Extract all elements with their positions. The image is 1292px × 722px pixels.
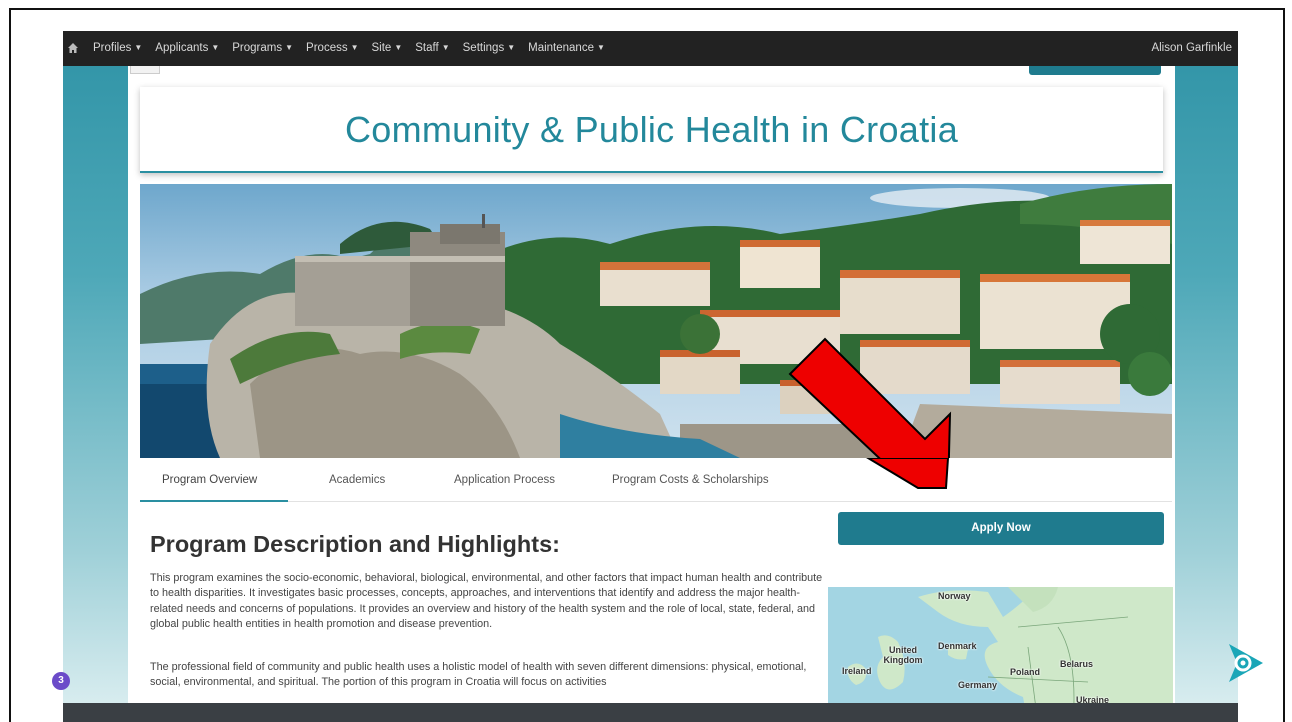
- tab-program-overview[interactable]: Program Overview: [162, 474, 257, 486]
- nav-menu-label: Process: [306, 42, 348, 54]
- chevron-down-icon: ▼: [285, 43, 294, 52]
- europe-map[interactable]: Norway Denmark United Kingdom Ireland Be…: [828, 587, 1173, 722]
- nav-menu-site[interactable]: Site ▼: [372, 42, 403, 54]
- chevron-down-icon: ▼: [134, 43, 143, 52]
- page-title: Community & Public Health in Croatia: [344, 109, 959, 150]
- map-label-ireland: Ireland: [842, 666, 872, 676]
- chevron-down-icon: ▼: [211, 43, 220, 52]
- nav-menu-process[interactable]: Process ▼: [306, 42, 358, 54]
- program-tabs: Program Overview Academics Application P…: [140, 458, 1172, 502]
- top-action-button[interactable]: [1029, 66, 1161, 75]
- title-card: Community & Public Health in Croatia: [140, 87, 1163, 173]
- nav-menu-maintenance[interactable]: Maintenance ▼: [528, 42, 605, 54]
- nav-menu-label: Staff: [415, 42, 439, 54]
- description-heading: Program Description and Highlights:: [150, 531, 560, 557]
- user-menu[interactable]: Alison Garfinkle: [1151, 42, 1232, 54]
- notification-badge[interactable]: 3: [52, 672, 70, 690]
- tab-application-process[interactable]: Application Process: [454, 474, 555, 486]
- description-paragraph: This program examines the socio-economic…: [150, 572, 823, 631]
- top-navbar: Profiles ▼ Applicants ▼ Programs ▼ Process ▼…: [63, 31, 1238, 66]
- nav-menu-profiles[interactable]: Profiles ▼: [93, 42, 142, 54]
- brand-logo-icon: [1229, 644, 1263, 682]
- map-graphic: [828, 587, 1173, 722]
- nav-menu-label: Applicants: [155, 42, 209, 54]
- nav-menu-staff[interactable]: Staff ▼: [415, 42, 449, 54]
- red-arrow-tail: [866, 458, 950, 489]
- chevron-down-icon: ▼: [596, 43, 605, 52]
- chevron-down-icon: ▼: [507, 43, 516, 52]
- nav-menu-programs[interactable]: Programs ▼: [232, 42, 293, 54]
- apply-now-button[interactable]: Apply Now: [838, 512, 1164, 545]
- home-icon[interactable]: [67, 42, 79, 54]
- tab-academics[interactable]: Academics: [329, 474, 385, 486]
- screenshot-area: Profiles ▼ Applicants ▼ Programs ▼ Process ▼…: [63, 31, 1238, 722]
- map-label-united-kingdom: United Kingdom: [883, 645, 923, 665]
- back-button[interactable]: [130, 66, 160, 74]
- taskbar: [63, 703, 1238, 722]
- nav-menu-applicants[interactable]: Applicants ▼: [155, 42, 219, 54]
- hero-image: [140, 184, 1172, 458]
- dubrovnik-photo: [140, 184, 1172, 458]
- nav-menu-label: Programs: [232, 42, 283, 54]
- description-paragraph: The professional field of community and …: [150, 661, 807, 689]
- chevron-down-icon: ▼: [441, 43, 450, 52]
- nav-menu-settings[interactable]: Settings ▼: [463, 42, 515, 54]
- map-label-poland: Poland: [1010, 667, 1041, 677]
- chevron-down-icon: ▼: [394, 43, 403, 52]
- chevron-down-icon: ▼: [350, 43, 359, 52]
- map-label-germany: Germany: [958, 680, 998, 690]
- map-label-belarus: Belarus: [1060, 659, 1094, 669]
- map-label-denmark: Denmark: [938, 641, 977, 651]
- nav-menu-label: Profiles: [93, 42, 132, 54]
- nav-menu-label: Maintenance: [528, 42, 594, 54]
- program-page: Community & Public Health in Croatia Pro…: [128, 66, 1175, 722]
- map-label-norway: Norway: [938, 591, 971, 601]
- nav-menu-label: Settings: [462, 42, 505, 54]
- slide-frame: Profiles ▼ Applicants ▼ Programs ▼ Process ▼…: [9, 8, 1285, 722]
- nav-menu-label: Site: [371, 42, 392, 54]
- nav-menus: Profiles ▼ Applicants ▼ Programs ▼ Process ▼…: [93, 42, 605, 54]
- active-tab-indicator: [140, 500, 288, 502]
